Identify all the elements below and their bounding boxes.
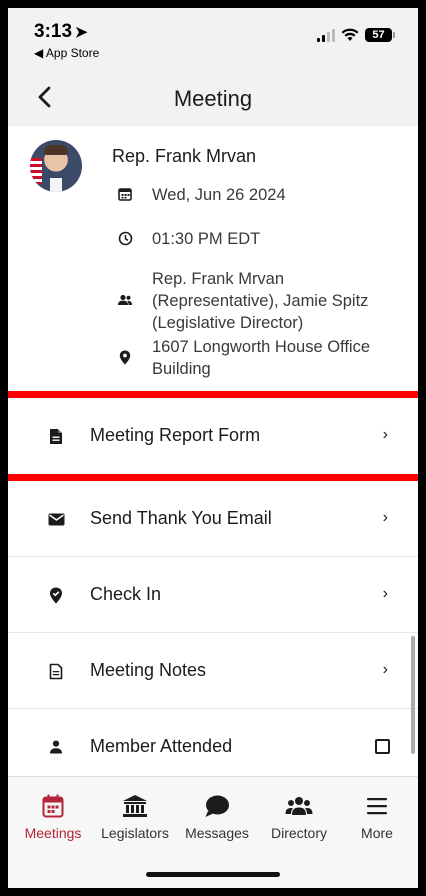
chevron-right-icon: › bbox=[382, 661, 388, 678]
clock-icon bbox=[112, 228, 138, 246]
capitol-icon bbox=[94, 791, 176, 821]
menu-item-check-in[interactable]: Check In › bbox=[8, 557, 418, 633]
envelope-icon bbox=[46, 509, 66, 529]
document-icon bbox=[46, 426, 66, 446]
tab-label: Directory bbox=[270, 825, 327, 841]
status-time: 3:13 ➤ bbox=[34, 21, 88, 43]
avatar-hair bbox=[44, 145, 68, 155]
scrollbar[interactable] bbox=[411, 636, 415, 754]
person-icon bbox=[46, 737, 66, 757]
highlight-line-bottom bbox=[8, 474, 418, 481]
location-arrow-icon: ➤ bbox=[75, 24, 88, 41]
signal-icon bbox=[317, 28, 335, 42]
meeting-content: Rep. Frank Mrvan Wed, Jun 26 2024 01:30 … bbox=[8, 126, 418, 785]
hamburger-icon bbox=[340, 791, 414, 821]
meeting-attendees: Rep. Frank Mrvan (Representative), Jamie… bbox=[152, 270, 369, 332]
location-check-icon bbox=[46, 585, 66, 605]
tab-meetings[interactable]: Meetings bbox=[12, 791, 94, 841]
battery-icon: 57 bbox=[365, 28, 395, 42]
time-row: 01:30 PM EDT bbox=[112, 228, 392, 250]
highlight-line-top bbox=[8, 391, 418, 398]
avatar-collar bbox=[50, 178, 62, 192]
representative-name: Rep. Frank Mrvan bbox=[112, 146, 257, 166]
back-to-app-store[interactable]: ◀ App Store bbox=[34, 46, 99, 60]
member-attended-checkbox[interactable] bbox=[375, 739, 390, 754]
meeting-time: 01:30 PM EDT bbox=[152, 230, 261, 248]
people-icon bbox=[112, 268, 138, 306]
calendar-icon bbox=[112, 184, 138, 201]
chevron-right-icon: › bbox=[382, 509, 388, 526]
tab-legislators[interactable]: Legislators bbox=[94, 791, 176, 841]
calendar-icon bbox=[12, 791, 94, 821]
chevron-right-icon: › bbox=[382, 426, 388, 443]
chevron-right-icon: › bbox=[382, 585, 388, 602]
meeting-location: 1607 Longworth House Office Building bbox=[152, 338, 371, 378]
tab-label: More bbox=[361, 825, 393, 841]
menu-item-meeting-report-form[interactable]: Meeting Report Form › bbox=[8, 398, 418, 474]
meeting-date: Wed, Jun 26 2024 bbox=[152, 186, 286, 204]
menu-item-label: Member Attended bbox=[90, 736, 233, 756]
notes-icon bbox=[46, 661, 66, 681]
status-time-text: 3:13 bbox=[34, 21, 73, 42]
chat-bubble-icon bbox=[176, 791, 258, 821]
tab-label: Messages bbox=[185, 825, 249, 841]
menu-item-label: Check In bbox=[90, 584, 162, 604]
people-icon bbox=[258, 791, 340, 821]
page-title: Meeting bbox=[173, 86, 253, 111]
tab-directory[interactable]: Directory bbox=[258, 791, 340, 841]
menu-item-label: Meeting Notes bbox=[90, 660, 207, 680]
avatar bbox=[30, 140, 82, 192]
app-screen: 3:13 ➤ ◀ App Store 57 Meeting Rep. Frank … bbox=[8, 8, 418, 888]
map-pin-icon bbox=[112, 336, 138, 365]
menu-item-send-thank-you-email[interactable]: Send Thank You Email › bbox=[8, 481, 418, 557]
home-indicator[interactable] bbox=[146, 872, 280, 877]
menu-item-label: Send Thank You Email bbox=[90, 508, 272, 528]
navigation-bar: Meeting bbox=[8, 68, 418, 126]
menu-item-member-attended[interactable]: Member Attended bbox=[8, 709, 418, 785]
wifi-icon bbox=[341, 28, 359, 42]
tab-label: Meetings bbox=[24, 825, 82, 841]
attendees-row: Rep. Frank Mrvan (Representative), Jamie… bbox=[112, 268, 392, 334]
menu-item-meeting-notes[interactable]: Meeting Notes › bbox=[8, 633, 418, 709]
tab-more[interactable]: More bbox=[340, 791, 414, 841]
meeting-details-card: Rep. Frank Mrvan Wed, Jun 26 2024 01:30 … bbox=[8, 126, 418, 386]
tab-label: Legislators bbox=[101, 825, 169, 841]
location-row: 1607 Longworth House Office Building bbox=[112, 336, 392, 380]
status-bar: 3:13 ➤ ◀ App Store 57 bbox=[8, 8, 418, 68]
date-row: Wed, Jun 26 2024 bbox=[112, 184, 392, 206]
menu-item-label: Meeting Report Form bbox=[90, 425, 261, 445]
flag-graphic bbox=[30, 158, 42, 184]
tab-messages[interactable]: Messages bbox=[176, 791, 258, 841]
status-icons: 57 bbox=[317, 28, 395, 42]
